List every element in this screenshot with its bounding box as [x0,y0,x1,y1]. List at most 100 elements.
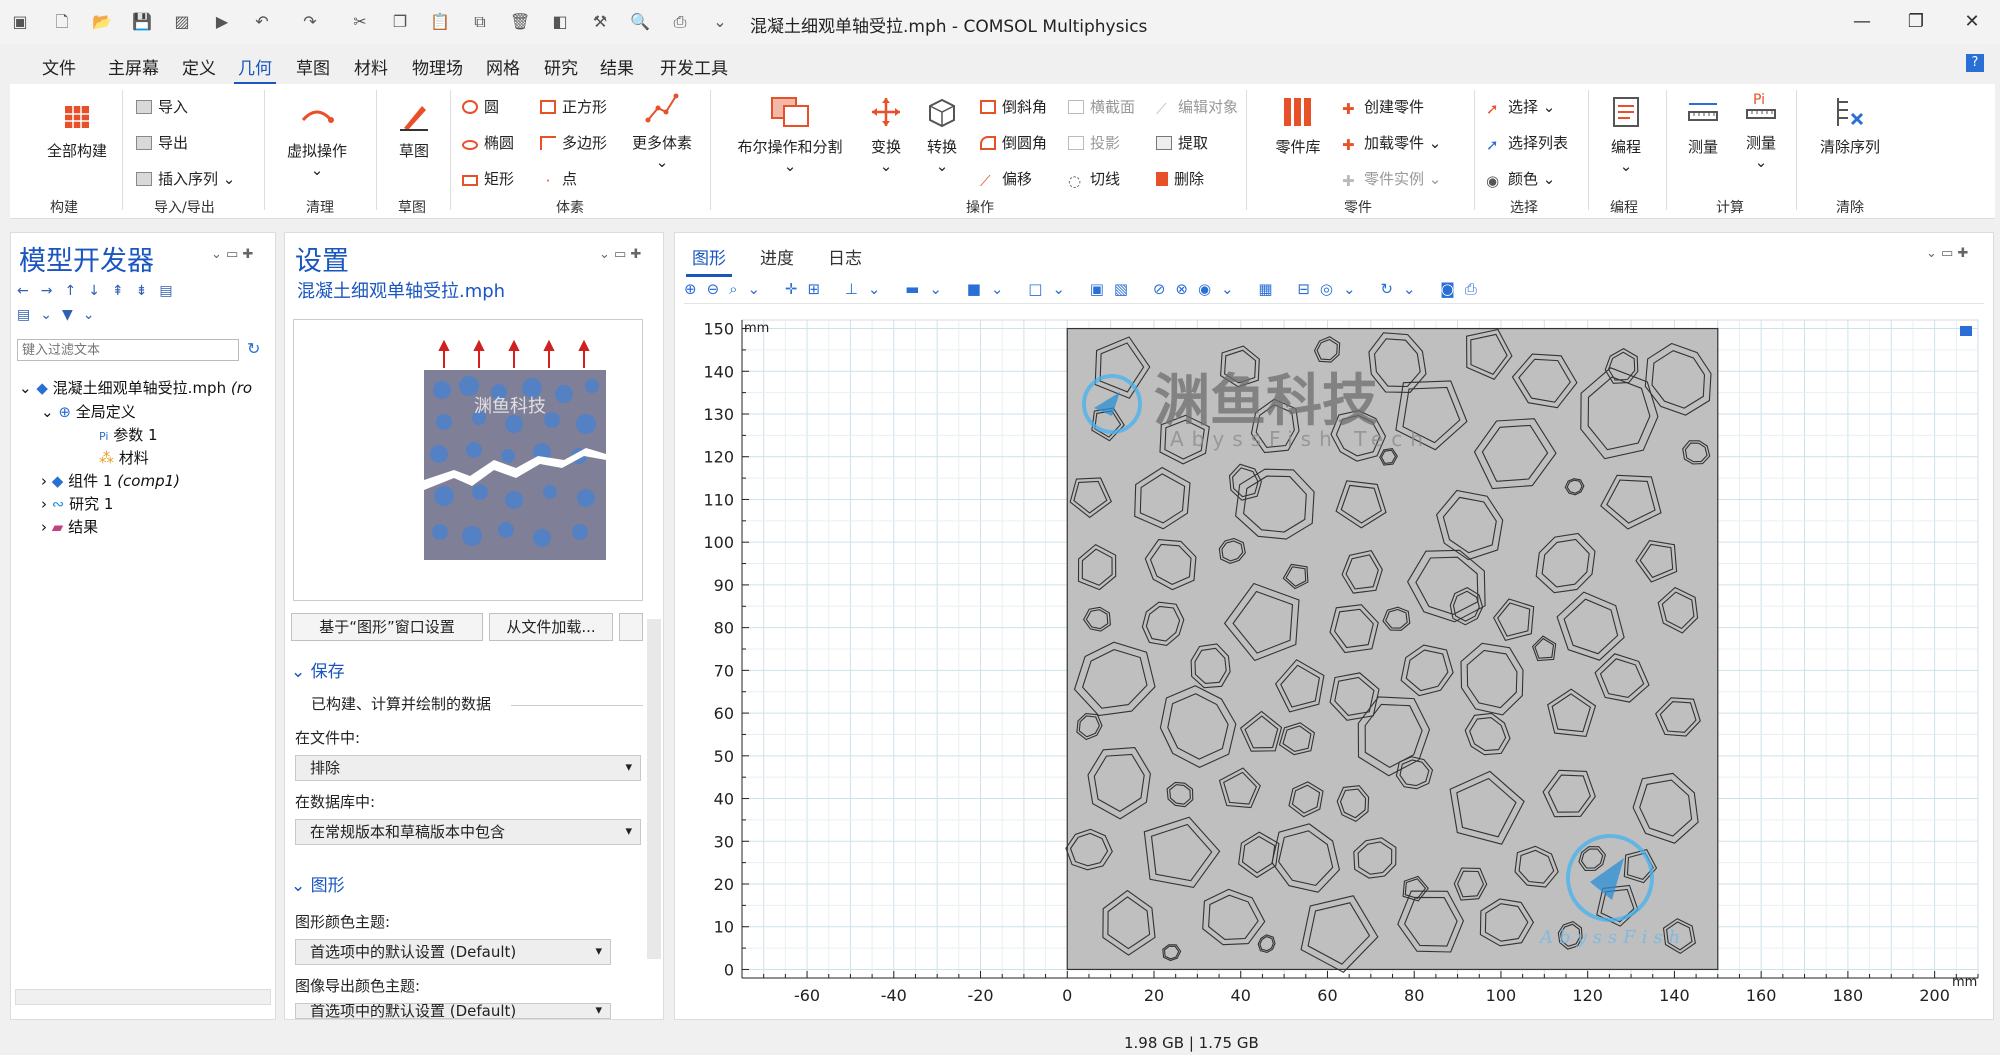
tree-item-results[interactable]: › ▰ 结果 [41,516,98,537]
tab-log[interactable]: 日志 [828,244,862,269]
offset-button[interactable]: ⟋ 偏移 [980,168,1032,190]
sketch-button[interactable]: 草图 [384,98,444,161]
load-from-file-button[interactable]: 从文件加载... [489,613,613,641]
paste-icon[interactable]: 📋 [430,12,450,32]
delete-icon[interactable]: 🗑 [510,12,530,32]
menu-mesh[interactable]: 网格 [486,54,520,79]
build-all-button[interactable]: 全部构建 [32,98,122,161]
menu-file[interactable]: 文件 [42,54,76,79]
filter-input[interactable] [17,339,239,361]
tree-item-component[interactable]: › ◆ 组件 1 (comp1) [41,470,180,491]
view-cube-icon[interactable] [1960,326,1972,336]
panel-menu-icon[interactable]: ⌄ ▭ ✚ [211,247,253,262]
projection-button[interactable]: 投影 [1068,132,1120,153]
copy-icon[interactable]: ❐ [390,12,410,32]
import-button[interactable]: 导入 [136,96,188,117]
restore-button[interactable]: ❐ [1898,8,1934,36]
screenshot-icon[interactable]: ⎙ [670,12,690,32]
graphics-toolbar-icons[interactable]: ⊕⊖⌕⌄ ✛⊞ ⊥⌄ ▬⌄ ■⌄ □⌄ ▣▧ ⊘⊗◉⌄ ▦ ⊟◎⌄ ↻⌄ ◙⎙ [684,280,1487,298]
programming-button[interactable]: 编程 ⌄ [1596,94,1656,175]
fillet-button[interactable]: 倒圆角 [980,132,1047,153]
menu-definitions[interactable]: 定义 [182,54,216,79]
menu-results[interactable]: 结果 [600,54,634,79]
refresh-icon[interactable]: ↻ [247,339,260,358]
select-button[interactable]: ➚ 选择 ⌄ [1486,96,1555,118]
duplicate-icon[interactable]: ⧉ [470,12,490,32]
save-as-icon[interactable]: ▨ [172,12,192,32]
new-file-icon[interactable]: 🗋 [52,12,72,32]
point-button[interactable]: · 点 [540,168,577,190]
in-db-select[interactable]: 在常规版本和草稿版本中包含 [295,819,641,845]
extract-button[interactable]: 提取 [1156,132,1208,153]
select-list-button[interactable]: ➚ 选择列表 [1486,132,1568,154]
open-folder-icon[interactable]: 📂 [92,12,112,32]
help-icon[interactable]: ? [1966,54,1984,72]
menu-developer[interactable]: 开发工具 [660,54,728,79]
boolean-button[interactable]: 布尔操作和分割 ⌄ [722,94,858,175]
build-icon[interactable]: ⚒ [590,12,610,32]
tree-item-materials[interactable]: ⁂ 材料 [99,447,149,468]
square-button[interactable]: 正方形 [540,96,607,117]
color-button[interactable]: ◉ 颜色 ⌄ [1486,168,1555,190]
tab-progress[interactable]: 进度 [760,244,794,269]
save-icon[interactable]: 💾 [132,12,152,32]
color-theme-select[interactable]: 首选项中的默认设置 (Default) [295,939,611,965]
undo-icon[interactable]: ↶ [252,12,272,32]
load-part-button[interactable]: ✚ 加载零件 ⌄ [1342,132,1441,154]
zoom-icon[interactable]: 🔍 [630,12,650,32]
virtual-ops-button[interactable]: 虚拟操作 ⌄ [272,98,362,179]
tree-item-root[interactable]: ⌄ ◆ 混凝土细观单轴受拉.mph (ro [19,377,252,398]
menu-physics[interactable]: 物理场 [412,54,463,79]
redo-icon[interactable]: ↷ [300,12,320,32]
tab-graphics[interactable]: 图形 [686,244,732,277]
save-section-header[interactable]: ⌄ 保存 [291,657,345,682]
settings-panel-menu-icon[interactable]: ⌄ ▭ ✚ [599,247,641,262]
graphics-icon[interactable]: ◧ [550,12,570,32]
in-file-select[interactable]: 排除 [295,755,641,781]
tree-toolbar[interactable]: ←→↑↓⇞⇟▤ [17,283,185,299]
rectangle-button[interactable]: 矩形 [462,168,514,189]
more-primitives-button[interactable]: 更多体素 ⌄ [622,90,702,171]
edit-object-button[interactable]: ⟋ 编辑对象 [1156,96,1238,118]
cut-icon[interactable]: ✂ [350,12,370,32]
menu-study[interactable]: 研究 [544,54,578,79]
menu-home[interactable]: 主屏幕 [108,54,159,79]
graphics-section-header[interactable]: ⌄ 图形 [291,871,345,896]
transform-button[interactable]: 变换 ⌄ [860,94,912,175]
measure-parameters-button[interactable]: Pi 测量 ⌄ [1732,90,1790,171]
run-icon[interactable]: ▶ [212,12,232,32]
part-library-button[interactable]: 零件库 [1260,94,1336,157]
insert-sequence-button[interactable]: 插入序列 ⌄ [136,168,235,189]
extra-button[interactable] [619,613,643,641]
settings-scrollbar[interactable] [647,619,661,959]
clear-sequence-button[interactable]: 清除序列 [1806,94,1894,157]
export-button[interactable]: 导出 [136,132,188,153]
horizontal-scrollbar[interactable] [15,989,271,1005]
tree-item-params[interactable]: Pi 参数 1 [99,424,158,445]
menu-geometry[interactable]: 几何 [234,54,276,85]
circle-button[interactable]: 圆 [462,96,499,117]
menu-materials[interactable]: 材料 [354,54,388,79]
tree-toolbar-2[interactable]: ▤⌄▼⌄ [17,307,104,323]
close-button[interactable]: ✕ [1954,8,1990,36]
tangent-button[interactable]: ◌ 切线 [1068,168,1120,190]
ellipse-button[interactable]: 椭圆 [462,132,514,153]
menu-sketch[interactable]: 草图 [296,54,330,79]
polygon-button[interactable]: 多边形 [540,132,607,153]
fillet-icon [980,136,996,150]
tree-item-study[interactable]: › ∾ 研究 1 [41,493,113,514]
from-graphics-button[interactable]: 基于“图形”窗口设置 [291,613,483,641]
chamfer-button[interactable]: 倒斜角 [980,96,1047,117]
export-theme-select[interactable]: 首选项中的默认设置 (Default) [295,1003,611,1019]
convert-button[interactable]: 转换 ⌄ [916,94,968,175]
create-part-button[interactable]: ✚ 创建零件 [1342,96,1424,118]
measure-button[interactable]: 测量 [1674,94,1732,157]
delete-button[interactable]: 删除 [1156,168,1204,189]
cross-section-button[interactable]: 横截面 [1068,96,1135,117]
tree-item-global-defs[interactable]: ⌄ ⊕ 全局定义 [41,401,136,422]
customize-icon[interactable]: ⌄ [710,12,730,32]
part-instance-button[interactable]: ✚ 零件实例 ⌄ [1342,168,1441,190]
geometry-plot[interactable]: -60 -40 -20 0 20 40 60 80 100 120 140 160 180 200 0 10… [684,312,1990,1018]
minimize-button[interactable]: — [1844,8,1880,36]
graphics-panel-menu-icon[interactable]: ⌄ ▭ ✚ [1926,246,1968,261]
